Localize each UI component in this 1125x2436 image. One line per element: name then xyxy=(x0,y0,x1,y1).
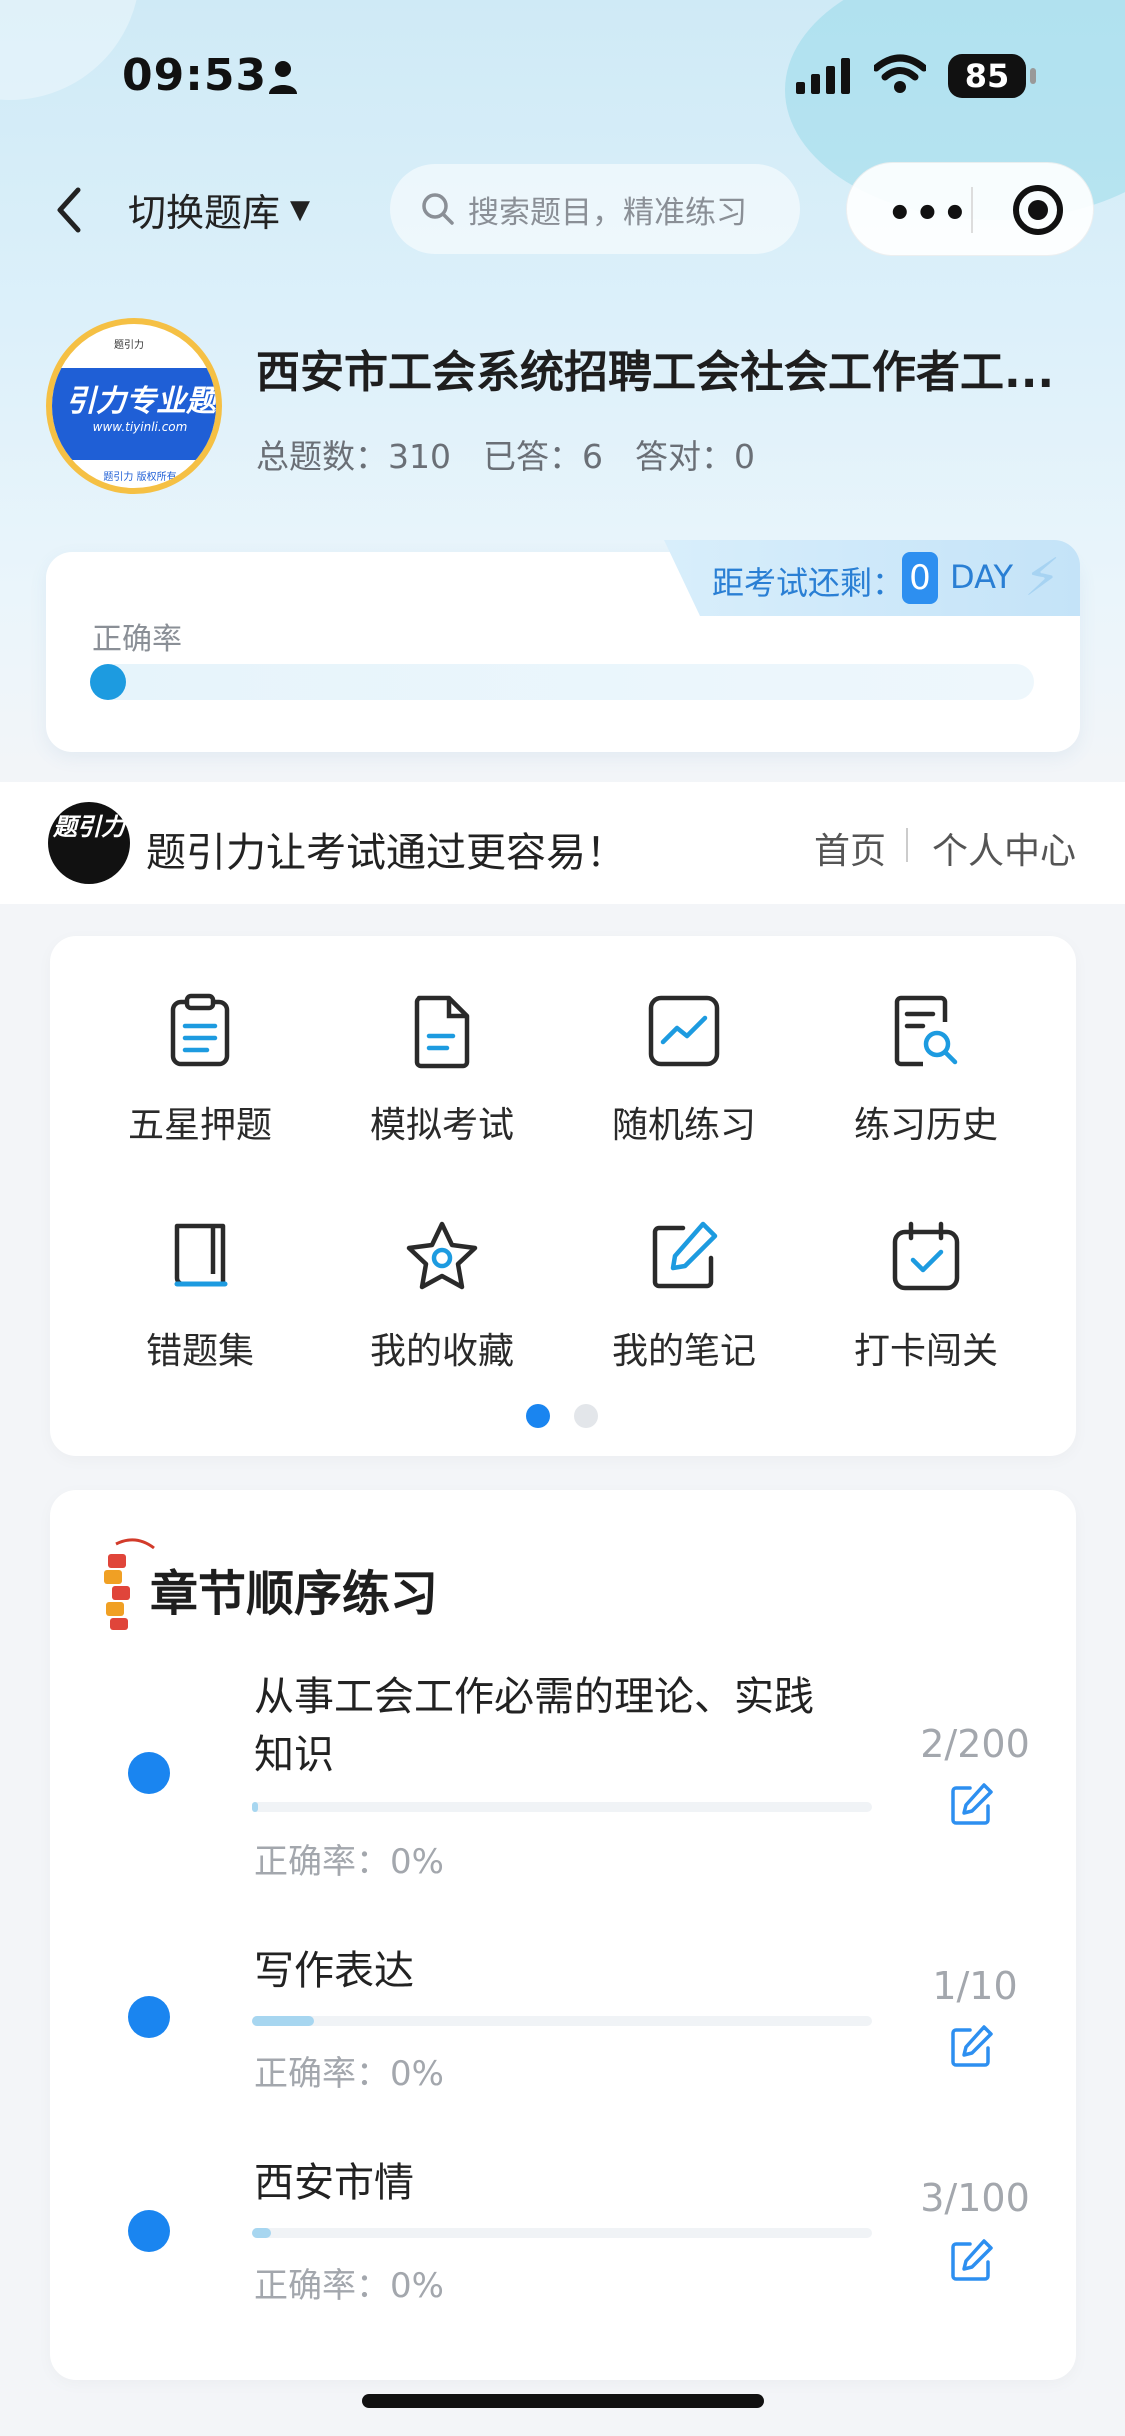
history-search-icon xyxy=(894,995,958,1067)
chapter-accuracy: 正确率：0% xyxy=(254,2266,444,2306)
accuracy-track xyxy=(90,664,1034,700)
countdown-label: 距考试还剩： xyxy=(712,564,905,602)
logo-url: www.tiyinli.com xyxy=(92,420,188,434)
switch-bank-label: 切换题库 xyxy=(128,191,281,235)
feature-label: 五星押题 xyxy=(127,1105,272,1146)
chapter-name-line: 知识 xyxy=(254,1732,334,1778)
accuracy-fill xyxy=(90,664,126,700)
chapter-name-line: 从事工会工作必需的理论、实践 xyxy=(254,1674,814,1720)
logo-footer: 题引力 版权所有 xyxy=(103,472,177,483)
edit-icon[interactable] xyxy=(948,2236,996,2284)
star-icon xyxy=(406,1221,478,1290)
feature-wrong-questions[interactable]: 错题集 xyxy=(80,1218,320,1374)
bank-stats: 总题数：310 已答：6 答对：0 xyxy=(256,430,755,478)
edit-icon[interactable] xyxy=(948,1780,996,1828)
chapter-count: 1/10 xyxy=(932,1964,1018,2008)
caret-down-icon: ▼ xyxy=(290,194,311,225)
status-bar: 09:53 85 xyxy=(0,40,1125,120)
brand-logo: 题引力 xyxy=(48,802,130,884)
close-target-icon[interactable] xyxy=(1013,185,1063,235)
chapter-status-dot xyxy=(128,1996,170,2038)
pager-dot-active[interactable] xyxy=(526,1404,550,1428)
calendar-check-icon xyxy=(892,1221,960,1291)
status-time: 09:53 xyxy=(122,50,268,101)
chapter-progress-track xyxy=(252,2016,872,2026)
accuracy-label: 正确率 xyxy=(92,622,182,657)
feature-notes[interactable]: 我的笔记 xyxy=(564,1218,804,1374)
bank-title: 西安市工会系统招聘工会社会工作者工... xyxy=(256,347,1055,398)
chapter-count: 2/200 xyxy=(920,1722,1030,1766)
logo-band-text: 引力专业题 xyxy=(66,384,216,419)
feature-label: 我的笔记 xyxy=(611,1331,756,1372)
nav-bar: 切换题库 ▼ 搜索题目，精准练习 ••• xyxy=(0,160,1125,260)
stat-answered: 已答：6 xyxy=(483,437,603,476)
switch-bank-button[interactable]: 切换题库 ▼ xyxy=(128,182,310,237)
chapter-section-title: 章节顺序练习 xyxy=(150,1566,439,1622)
clipboard-list-icon xyxy=(170,993,230,1067)
wifi-icon xyxy=(874,54,926,93)
chapter-progress-fill xyxy=(252,1802,259,1812)
cellular-signal-icon xyxy=(796,58,850,94)
lightning-icon: ⚡ xyxy=(1024,548,1061,608)
logo-topmark: 题引力 xyxy=(114,340,144,351)
battery-tip xyxy=(1030,68,1036,84)
chapter-accuracy: 正确率：0% xyxy=(254,1842,444,1882)
chapter-progress-fill xyxy=(252,2016,314,2026)
chapter-name[interactable]: 从事工会工作必需的理论、实践 知识 xyxy=(254,1668,814,1784)
chevron-left-icon[interactable] xyxy=(48,182,88,238)
stat-correct: 答对：0 xyxy=(635,437,755,476)
more-icon[interactable]: ••• xyxy=(887,191,970,237)
feature-five-star[interactable]: 五星押题 xyxy=(80,992,320,1148)
chapter-status-dot xyxy=(128,2210,170,2252)
countdown-value: 0 xyxy=(902,552,938,604)
link-divider xyxy=(906,828,908,862)
feature-random-practice[interactable]: 随机练习 xyxy=(564,992,804,1148)
brand-logo-text: 题引力 xyxy=(53,813,125,841)
edit-note-icon xyxy=(652,1221,718,1289)
feature-label: 错题集 xyxy=(145,1331,254,1372)
chapter-count: 3/100 xyxy=(920,2176,1030,2220)
chapter-progress-track xyxy=(252,1802,872,1812)
feature-label: 打卡闯关 xyxy=(853,1331,998,1372)
feature-label: 练习历史 xyxy=(853,1105,998,1146)
slogan-text: 题引力让考试通过更容易！ xyxy=(146,830,626,876)
battery-indicator: 85 xyxy=(948,54,1026,98)
chapter-progress-track xyxy=(252,2228,872,2238)
person-icon xyxy=(269,61,297,94)
document-icon xyxy=(414,995,470,1069)
edit-icon[interactable] xyxy=(948,2022,996,2070)
slogan-banner: 题引力 题引力让考试通过更容易！ 首页 个人中心 xyxy=(0,782,1125,904)
miniprogram-capsule: ••• xyxy=(846,162,1094,256)
chapter-name[interactable]: 西安市情 xyxy=(254,2154,414,2212)
pager-dot[interactable] xyxy=(574,1404,598,1428)
feature-label: 随机练习 xyxy=(611,1105,756,1146)
feature-mock-exam[interactable]: 模拟考试 xyxy=(322,992,562,1148)
search-placeholder: 搜索题目，精准练习 xyxy=(468,194,747,231)
chapter-progress-fill xyxy=(252,2228,271,2238)
chapter-status-dot xyxy=(128,1752,170,1794)
feature-history[interactable]: 练习历史 xyxy=(806,992,1046,1148)
book-icon xyxy=(174,1223,228,1287)
home-indicator[interactable] xyxy=(362,2394,764,2408)
chapter-name-line: 写作表达 xyxy=(254,1948,414,1994)
exam-countdown: 距考试还剩： 0 DAY ⚡ xyxy=(664,540,1080,616)
chapter-name[interactable]: 写作表达 xyxy=(254,1942,414,2000)
search-input[interactable]: 搜索题目，精准练习 xyxy=(390,164,800,254)
home-link[interactable]: 首页 xyxy=(814,822,886,874)
feature-label: 模拟考试 xyxy=(369,1105,514,1146)
countdown-unit: DAY xyxy=(950,558,1014,596)
chapter-name-line: 西安市情 xyxy=(254,2160,414,2206)
feature-label: 我的收藏 xyxy=(369,1331,514,1372)
chart-line-icon xyxy=(648,995,720,1067)
capsule-divider xyxy=(971,187,973,233)
profile-link[interactable]: 个人中心 xyxy=(932,822,1076,874)
feature-check-in[interactable]: 打卡闯关 xyxy=(806,1218,1046,1374)
search-icon xyxy=(422,193,454,225)
feature-favorites[interactable]: 我的收藏 xyxy=(322,1218,562,1374)
bank-logo: 题引力 引力专业题 www.tiyinli.com 题引力 版权所有 xyxy=(46,318,222,494)
chapter-accuracy: 正确率：0% xyxy=(254,2054,444,2094)
firecracker-icon xyxy=(104,1538,155,1630)
stat-total: 总题数：310 xyxy=(256,437,451,476)
